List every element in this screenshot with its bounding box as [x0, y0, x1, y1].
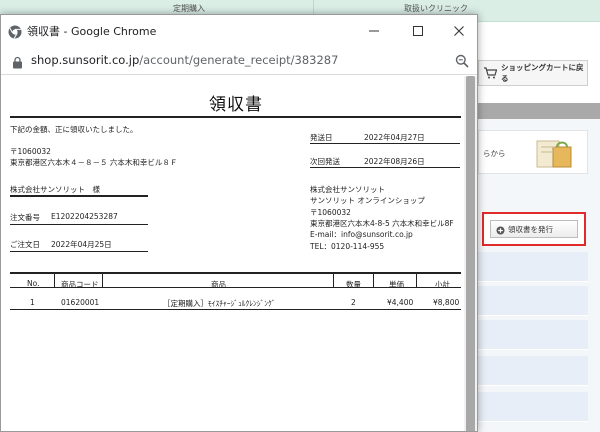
- section-header-bar: [478, 103, 600, 119]
- chrome-page-icon: [8, 24, 22, 43]
- back-to-cart-label: ショッピングカートに戻る: [501, 63, 584, 83]
- customer-address: 東京都港区六本木４－８－５ 六本木和幸ビル８Ｆ: [10, 158, 178, 167]
- order-number: E1202204253287: [51, 212, 118, 221]
- company-email: E-mail：info@sunsorit.co.jp: [310, 230, 413, 239]
- customer-postal: 〒1060032: [10, 147, 51, 156]
- list-item: [478, 320, 588, 350]
- order-date: 2022年04月25日: [51, 240, 112, 249]
- maximize-button[interactable]: [401, 15, 435, 47]
- company-postal: 〒1060032: [310, 208, 351, 217]
- nav-item-clinic[interactable]: 取扱いクリニック: [404, 3, 468, 14]
- company-name: 株式会社サンソリット: [310, 185, 385, 194]
- table-divider: [333, 273, 334, 287]
- issue-receipt-label: 領収書を発行: [508, 224, 553, 234]
- table-divider: [416, 273, 417, 287]
- cart-icon: [483, 64, 498, 83]
- col-header-price: 単価: [389, 280, 404, 289]
- row-qty: 2: [351, 298, 356, 307]
- receipt-title: 領収書: [209, 95, 263, 115]
- url-text[interactable]: shop.sunsorit.co.jp/account/generate_rec…: [31, 53, 338, 67]
- row-subtotal: ¥8,800: [433, 298, 460, 307]
- col-header-subtotal: 小計: [435, 280, 450, 289]
- next-ship-underline: [310, 167, 460, 168]
- table-divider: [373, 273, 374, 287]
- col-header-qty: 数量: [346, 280, 361, 289]
- shop-name: サンソリット オンラインショップ: [310, 196, 425, 205]
- receipt-document: 領収書 下記の金額、正に領収いたしました。 〒1060032 東京都港区六本木４…: [1, 76, 477, 431]
- plus-circle-icon: [496, 220, 505, 239]
- next-ship-label: 次回発送: [310, 157, 340, 166]
- ship-date-label: 発送日: [310, 133, 333, 142]
- list-item: [478, 356, 588, 386]
- info-card-text: らから: [483, 149, 506, 158]
- shopping-bag-icon: [533, 133, 577, 175]
- row-code: 01620001: [61, 298, 100, 307]
- table-top-rule: [10, 272, 461, 274]
- receipt-popup-window: 領収書 - Google Chrome shop.sunsorit.co.jp/…: [0, 14, 478, 432]
- order-date-underline: [10, 251, 148, 252]
- row-no: 1: [30, 298, 35, 307]
- col-header-code: 商品コード: [61, 280, 99, 289]
- list-item: [478, 252, 588, 282]
- table-bottom-rule: [10, 309, 461, 310]
- nav-item-subscription[interactable]: 定期購入: [173, 3, 205, 14]
- company-address: 東京都港区六本木4-8-5 六本木和幸ビル8F: [310, 219, 454, 228]
- order-date-label: ご注文日: [10, 240, 40, 249]
- company-tel: TEL：0120-114-955: [310, 242, 385, 251]
- scrollbar-thumb[interactable]: [466, 76, 475, 431]
- zoom-icon[interactable]: [455, 53, 469, 72]
- row-item: ［定期購入］ﾓｲｽﾁｬｰｼﾞｭﾙｸﾚﾝｼﾞﾝｸﾞ: [163, 299, 276, 308]
- url-host: shop.sunsorit.co.jp: [31, 53, 140, 67]
- ship-date-underline: [310, 143, 460, 144]
- receipt-button-highlight: 領収書を発行: [482, 212, 586, 246]
- minimize-button[interactable]: [357, 15, 391, 47]
- url-path: /account/generate_receipt/383287: [139, 53, 339, 67]
- table-divider: [54, 273, 55, 287]
- window-title: 領収書 - Google Chrome: [27, 25, 157, 38]
- customer-underline: [10, 195, 148, 197]
- issue-receipt-button[interactable]: 領収書を発行: [490, 220, 578, 238]
- title-divider: [10, 116, 461, 118]
- table-header-rule: [10, 287, 461, 288]
- info-card: らから: [478, 130, 588, 174]
- row-price: ¥4,400: [387, 298, 414, 307]
- order-number-underline: [10, 224, 148, 225]
- address-bar[interactable]: shop.sunsorit.co.jp/account/generate_rec…: [1, 47, 477, 75]
- list-item: [478, 286, 588, 316]
- list-item: [478, 392, 588, 422]
- order-number-label: 注文番号: [10, 213, 40, 222]
- lock-icon[interactable]: [12, 54, 23, 73]
- close-button[interactable]: [442, 15, 476, 47]
- next-ship-date: 2022年08月26日: [364, 157, 425, 166]
- table-divider: [102, 273, 103, 287]
- col-header-item: 商品: [211, 280, 226, 289]
- ship-date: 2022年04月27日: [364, 133, 425, 142]
- customer-name: 株式会社サンソリット 様: [10, 185, 100, 194]
- receipt-intro: 下記の金額、正に領収いたしました。: [10, 125, 138, 134]
- window-titlebar[interactable]: 領収書 - Google Chrome: [1, 15, 477, 47]
- back-to-cart-button[interactable]: ショッピングカートに戻る: [478, 60, 588, 86]
